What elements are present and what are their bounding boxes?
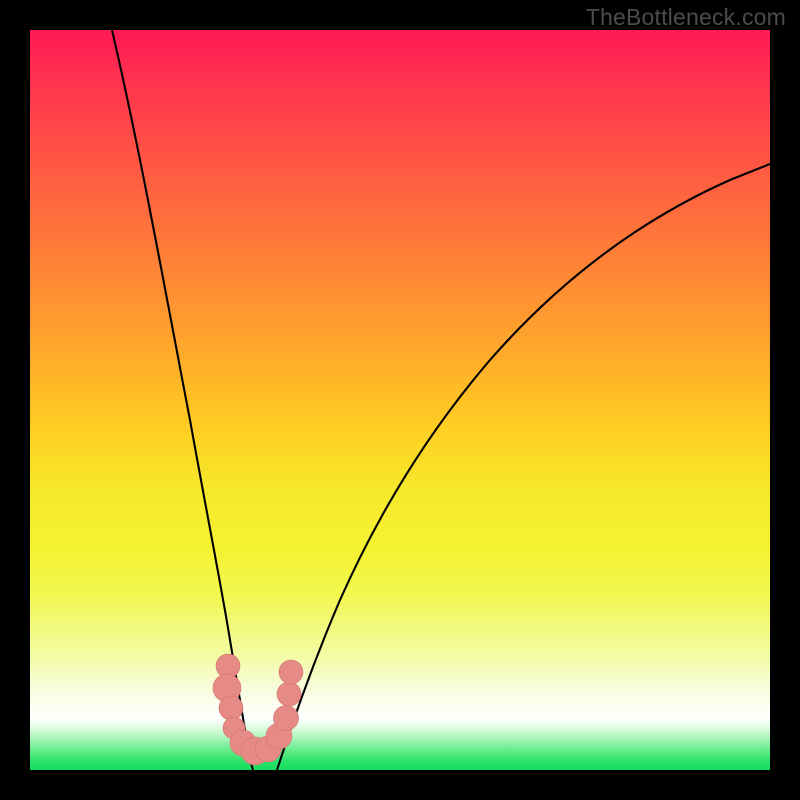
marker-dot (219, 696, 243, 720)
chart-svg (30, 30, 770, 770)
watermark-text: TheBottleneck.com (586, 4, 786, 31)
outer-black-frame: TheBottleneck.com (0, 0, 800, 800)
marker-dot (274, 706, 299, 731)
curve-right-branch (277, 164, 770, 770)
marker-group (213, 654, 303, 765)
marker-dot (279, 660, 303, 684)
marker-dot (277, 682, 301, 706)
plot-area (30, 30, 770, 770)
